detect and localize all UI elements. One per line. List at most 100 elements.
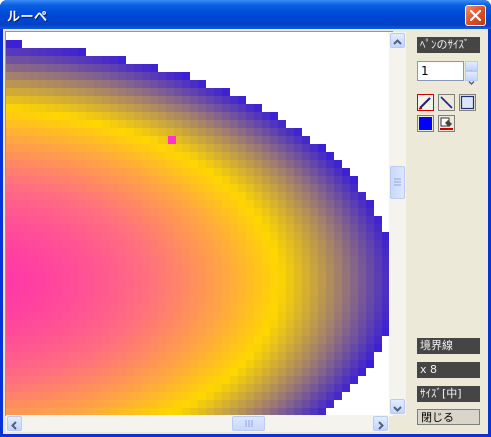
spin-down-button[interactable] [465,71,478,85]
pixel-cell [118,384,126,392]
pixel-cell [326,256,334,264]
zoom-level-label[interactable]: x 8 [417,362,480,378]
pixel-cell [246,152,254,160]
boundary-line-label[interactable]: 境界線 [417,338,480,354]
pixel-cell [254,232,262,240]
pixel-cell [342,368,350,376]
pixel-cell [174,280,182,288]
pixel-cell [78,264,86,272]
bucket-tool-button[interactable] [438,115,455,132]
pixel-cell [230,376,238,384]
pixel-cell [126,112,134,120]
pixel-cell [134,384,142,392]
pixel-cell [6,168,14,176]
pixel-cell [238,312,246,320]
pixel-cell [118,64,126,72]
pixel-cell [110,96,118,104]
pixel-cell [158,240,166,248]
pixel-cell [302,168,310,176]
close-window-button[interactable] [465,5,486,26]
pen-size-spinner[interactable] [465,61,478,85]
rectangle-tool-button[interactable] [459,94,476,111]
pixel-cell [190,304,198,312]
pixel-cell [14,296,22,304]
pixel-cell [166,248,174,256]
pixel-cell [134,400,142,408]
horizontal-scrollbar[interactable] [6,415,389,432]
pixel-cell [94,224,102,232]
pixel-cell [158,256,166,264]
loupe-size-label[interactable]: ｻｲｽﾞ[中] [417,386,480,402]
pixel-cell [118,208,126,216]
pixel-cell [94,400,102,408]
pixel-cell [158,72,166,80]
pixel-cell [134,368,142,376]
pixel-cell [350,216,358,224]
pixel-cell [246,160,254,168]
pixel-cell [278,160,286,168]
pixel-cell [102,352,110,360]
pixel-cell [22,200,30,208]
pixel-cell [174,88,182,96]
magnified-canvas[interactable] [5,31,393,416]
pixel-cell [262,336,270,344]
pixel-cell [294,392,302,400]
vertical-scroll-thumb[interactable] [390,166,405,199]
pixel-cell [78,336,86,344]
pixel-cell [182,216,190,224]
pixel-cell [126,168,134,176]
pixel-cell [150,312,158,320]
pixel-cell [126,328,134,336]
scroll-right-button[interactable] [373,416,388,431]
pixel-cell [102,216,110,224]
pixel-cell [142,344,150,352]
pixel-cell [94,216,102,224]
pixel-cell [262,264,270,272]
spin-up-button[interactable] [465,61,478,75]
magnified-pixel-view[interactable] [6,32,393,416]
pixel-cell [134,320,142,328]
pixel-cell [174,256,182,264]
pixel-cell [246,136,254,144]
scroll-up-button[interactable] [390,33,405,48]
pixel-cell [326,264,334,272]
pixel-cell [286,224,294,232]
vertical-scrollbar[interactable] [389,32,406,415]
pixel-cell [14,48,22,56]
pixel-cell [174,168,182,176]
pixel-cell [150,160,158,168]
pixel-cell [38,336,46,344]
pixel-cell [86,320,94,328]
pencil-tool-button[interactable] [417,94,434,111]
pixel-cell [134,88,142,96]
pixel-cell [38,56,46,64]
horizontal-scroll-thumb[interactable] [232,416,265,431]
pixel-cell [302,328,310,336]
pixel-cell [310,288,318,296]
scroll-left-button[interactable] [7,416,22,431]
pixel-cell [166,216,174,224]
pixel-cell [158,80,166,88]
close-button[interactable]: 閉じる [417,409,480,425]
color-swatch-button[interactable] [417,115,434,132]
pixel-cell [150,152,158,160]
pixel-cell [54,312,62,320]
pixel-cell [94,320,102,328]
line-tool-button[interactable] [438,94,455,111]
pixel-cell [78,216,86,224]
pixel-cell [78,192,86,200]
pixel-cell [102,56,110,64]
pixel-cell [198,208,206,216]
pixel-cell [6,240,14,248]
pen-size-input[interactable]: 1 [417,61,464,81]
pixel-cell [198,232,206,240]
pixel-cell [366,344,374,352]
pixel-cell [230,320,238,328]
title-bar[interactable]: ルーペ [0,0,491,29]
pixel-cell [22,280,30,288]
pixel-cell [302,200,310,208]
scroll-down-button[interactable] [390,399,405,414]
pixel-cell [78,288,86,296]
pixel-cell [198,288,206,296]
pixel-cell [150,296,158,304]
